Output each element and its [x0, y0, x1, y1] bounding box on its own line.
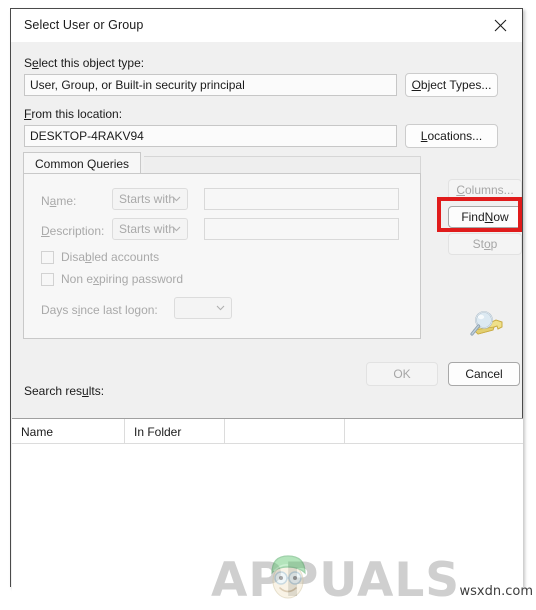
- column-header-name[interactable]: Name: [12, 419, 125, 444]
- description-input[interactable]: [204, 218, 399, 240]
- results-column-header-row: Name In Folder: [12, 419, 523, 444]
- locations-button[interactable]: Locations...: [405, 124, 498, 148]
- stop-button[interactable]: St o p: [448, 233, 522, 255]
- common-queries-panel: Name: Starts with Description: Starts wi…: [23, 173, 421, 339]
- days-since-logon-label: Days since last logon:: [41, 303, 158, 317]
- description-label: Description:: [41, 224, 105, 238]
- name-label: Name:: [41, 194, 77, 208]
- object-type-label: Select this object type:: [24, 56, 145, 70]
- find-now-button[interactable]: Find Now: [448, 206, 522, 228]
- dialog-body: Select this object type: User, Group, or…: [11, 42, 523, 608]
- search-results-label: Search results:: [24, 384, 105, 398]
- disabled-accounts-label: Disabled accounts: [61, 250, 160, 264]
- description-operator-value: Starts with: [119, 222, 176, 236]
- columns-button[interactable]: Columns...: [448, 179, 522, 201]
- location-field[interactable]: DESKTOP-4RAKV94: [24, 125, 397, 147]
- object-type-field[interactable]: User, Group, or Built-in security princi…: [24, 74, 397, 96]
- site-stamp: wsxdn.com: [459, 584, 534, 599]
- non-expiring-password-checkbox[interactable]: Non expiring password: [41, 272, 183, 286]
- chevron-down-icon: [172, 196, 181, 202]
- name-operator-select[interactable]: Starts with: [112, 188, 188, 210]
- days-since-logon-select[interactable]: [174, 297, 232, 319]
- column-header-in-folder[interactable]: In Folder: [125, 419, 225, 444]
- search-key-icon: [466, 308, 506, 340]
- window-title: Select User or Group: [24, 18, 144, 32]
- tab-strip: Common Queries: [23, 152, 421, 174]
- name-operator-value: Starts with: [119, 192, 176, 206]
- location-label: From this location:: [24, 107, 123, 121]
- chevron-down-icon: [216, 305, 225, 311]
- chevron-down-icon: [172, 226, 181, 232]
- checkbox-box: [41, 250, 54, 264]
- tab-common-queries[interactable]: Common Queries: [23, 152, 142, 174]
- description-operator-select[interactable]: Starts with: [112, 218, 188, 240]
- checkbox-box: [41, 272, 54, 286]
- select-user-or-group-dialog: Select User or Group Select this object …: [10, 8, 523, 608]
- non-expiring-password-label: Non expiring password: [61, 272, 184, 286]
- name-input[interactable]: [204, 188, 399, 210]
- object-types-button[interactable]: Object Types...: [405, 73, 498, 97]
- tab-strip-filler: [144, 156, 421, 174]
- disabled-accounts-checkbox[interactable]: Disabled accounts: [41, 250, 159, 264]
- search-results-list[interactable]: Name In Folder: [12, 418, 523, 608]
- cancel-button[interactable]: Cancel: [448, 362, 520, 386]
- title-bar: Select User or Group: [11, 9, 522, 42]
- ok-button[interactable]: OK: [366, 362, 438, 386]
- close-icon[interactable]: [478, 9, 522, 42]
- column-header-extra[interactable]: [225, 419, 345, 444]
